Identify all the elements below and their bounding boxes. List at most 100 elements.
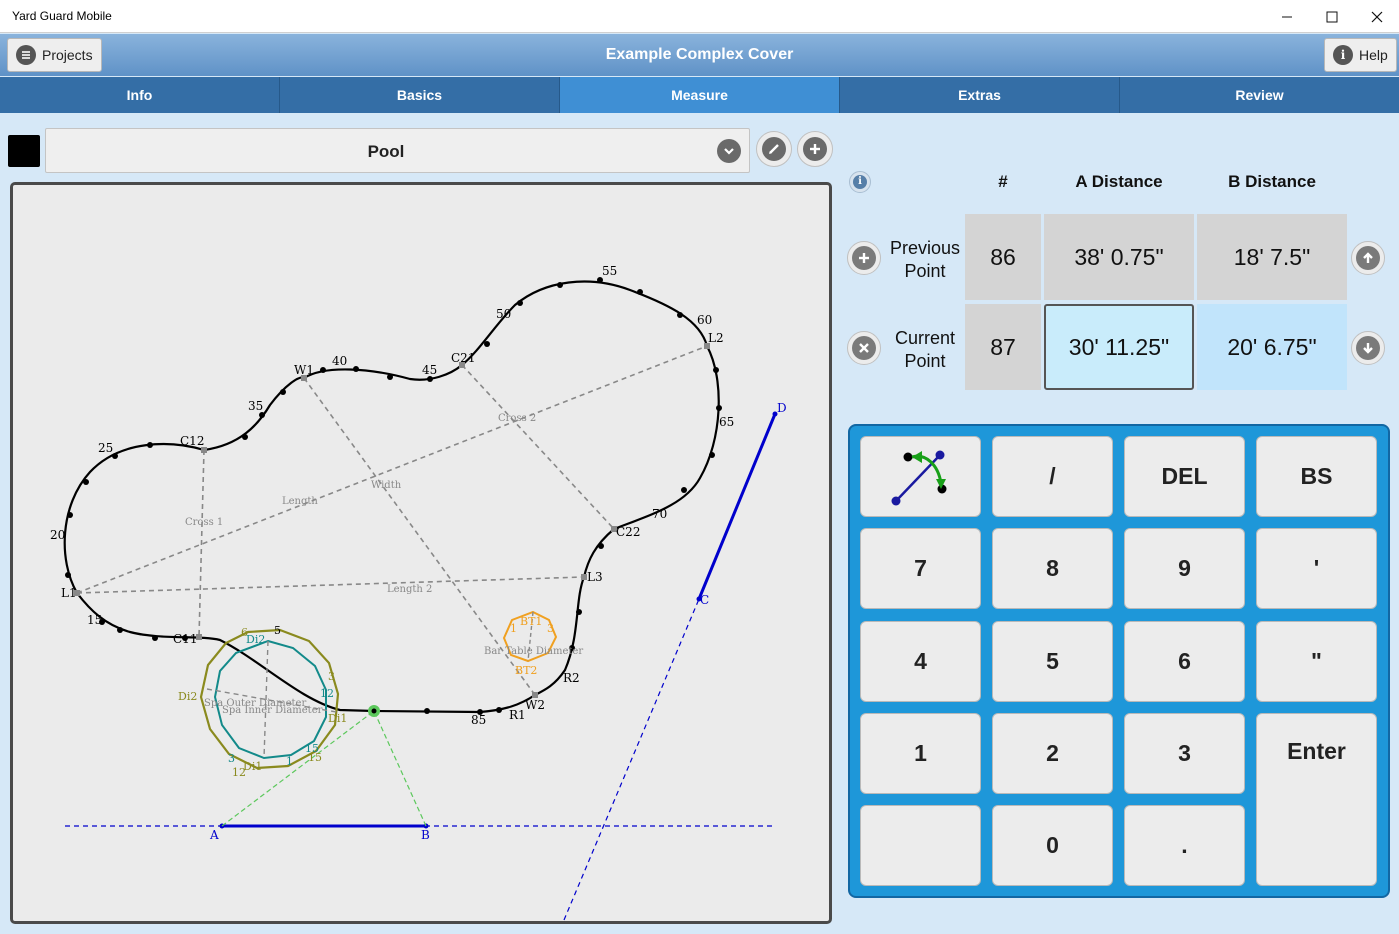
key-0[interactable]: 0 xyxy=(992,805,1113,886)
tab-measure[interactable]: Measure xyxy=(560,77,840,113)
svg-text:R2: R2 xyxy=(563,671,580,685)
key-2[interactable]: 2 xyxy=(992,713,1113,794)
key-backspace[interactable]: BS xyxy=(1256,436,1377,517)
svg-text:Spa Inner Diameter: Spa Inner Diameter xyxy=(222,705,323,716)
maximize-button[interactable] xyxy=(1309,0,1355,33)
svg-text:C21: C21 xyxy=(451,351,475,365)
svg-text:35: 35 xyxy=(248,399,263,413)
tab-basics[interactable]: Basics xyxy=(280,77,560,113)
svg-text:40: 40 xyxy=(332,354,347,368)
scroll-up-button[interactable] xyxy=(1351,241,1385,275)
arrow-up-icon xyxy=(1356,246,1380,270)
svg-text:Cross 1: Cross 1 xyxy=(185,517,223,528)
svg-text:20: 20 xyxy=(50,528,65,542)
page-title: Example Complex Cover xyxy=(605,46,794,63)
current-b-distance-input[interactable]: 20' 6.75" xyxy=(1197,304,1347,390)
key-3[interactable]: 3 xyxy=(1124,713,1245,794)
svg-text:15: 15 xyxy=(87,613,102,627)
help-button[interactable]: i Help xyxy=(1324,38,1397,72)
numeric-keypad: / DEL BS 7 8 9 ' 4 5 6 " 1 2 3 Enter 0 . xyxy=(848,424,1390,898)
layer-selected-value: Pool xyxy=(367,142,405,161)
current-a-distance-input[interactable]: 30' 11.25" xyxy=(1044,304,1194,390)
svg-text:Width: Width xyxy=(371,480,402,491)
svg-text:3: 3 xyxy=(228,752,235,765)
previous-point-number: 86 xyxy=(965,214,1041,300)
svg-text:60: 60 xyxy=(697,313,712,327)
svg-text:A: A xyxy=(209,828,219,842)
drawing-canvas[interactable]: 55 50 60 L2 C21 45 40 W1 35 65 C12 25 Cr… xyxy=(10,182,832,924)
pool-points xyxy=(65,277,722,715)
svg-text:12: 12 xyxy=(320,687,334,700)
remove-point-button[interactable] xyxy=(847,331,881,365)
key-9[interactable]: 9 xyxy=(1124,528,1245,609)
tab-bar: Info Basics Measure Extras Review xyxy=(0,77,1399,113)
svg-text:R1: R1 xyxy=(509,708,526,722)
app-header: Example Complex Cover Projects i Help xyxy=(0,34,1399,76)
bar-table-labels: BT1 1 3 Bar Table Diameter BT2 xyxy=(484,615,583,677)
close-icon xyxy=(1371,11,1383,22)
col-header-a-distance: A Distance xyxy=(1075,172,1163,191)
key-7[interactable]: 7 xyxy=(860,528,981,609)
svg-text:Di1: Di1 xyxy=(328,712,347,725)
svg-text:85: 85 xyxy=(471,713,486,727)
scroll-down-button[interactable] xyxy=(1351,331,1385,365)
minimize-button[interactable] xyxy=(1264,0,1310,33)
key-6[interactable]: 6 xyxy=(1124,621,1245,702)
switch-reference-button[interactable] xyxy=(860,436,981,517)
svg-text:1: 1 xyxy=(286,755,293,768)
swap-measure-icon xyxy=(891,450,946,505)
maximize-icon xyxy=(1326,11,1338,22)
plus-icon xyxy=(803,137,827,161)
key-inches[interactable]: " xyxy=(1256,621,1377,702)
svg-text:70: 70 xyxy=(652,507,667,521)
svg-text:B: B xyxy=(421,828,430,842)
svg-text:L1: L1 xyxy=(61,586,77,600)
info-button[interactable]: i xyxy=(849,171,871,193)
previous-b-distance: 18' 7.5" xyxy=(1197,214,1347,300)
svg-text:W2: W2 xyxy=(525,698,545,712)
svg-text:C22: C22 xyxy=(616,525,640,539)
chevron-down-icon xyxy=(717,139,741,163)
drawing-svg: 55 50 60 L2 C21 45 40 W1 35 65 C12 25 Cr… xyxy=(50,264,787,921)
projects-button[interactable]: Projects xyxy=(7,38,102,72)
svg-text:3: 3 xyxy=(328,670,335,683)
pencil-icon xyxy=(762,137,786,161)
key-8[interactable]: 8 xyxy=(992,528,1113,609)
layer-dropdown[interactable]: Pool xyxy=(45,128,750,173)
key-1[interactable]: 1 xyxy=(860,713,981,794)
tab-review[interactable]: Review xyxy=(1120,77,1399,113)
svg-text:5: 5 xyxy=(274,624,281,637)
info-icon: i xyxy=(1333,45,1353,65)
svg-text:L3: L3 xyxy=(587,570,603,584)
tab-info[interactable]: Info xyxy=(0,77,280,113)
svg-text:L2: L2 xyxy=(708,331,724,345)
close-button[interactable] xyxy=(1354,0,1399,33)
key-del[interactable]: DEL xyxy=(1124,436,1245,517)
key-decimal[interactable]: . xyxy=(1124,805,1245,886)
key-blank[interactable] xyxy=(860,805,981,886)
key-slash[interactable]: / xyxy=(992,436,1113,517)
svg-text:Bar Table Diameter: Bar Table Diameter xyxy=(484,646,583,657)
key-enter[interactable]: Enter xyxy=(1256,713,1377,886)
tab-extras[interactable]: Extras xyxy=(840,77,1120,113)
layer-color-swatch[interactable] xyxy=(8,135,40,167)
add-layer-button[interactable] xyxy=(797,131,833,167)
spa-labels: 6 5 Di2 3 12 Di2 Di1 3 1 15 12 Di1 15 Sp… xyxy=(178,624,347,779)
previous-point-label: Previous Point xyxy=(889,238,961,281)
col-header-num: # xyxy=(998,172,1008,191)
key-5[interactable]: 5 xyxy=(992,621,1113,702)
svg-text:Di2: Di2 xyxy=(178,690,197,703)
svg-text:W1: W1 xyxy=(294,363,314,377)
projects-label: Projects xyxy=(42,47,93,63)
x-icon xyxy=(852,336,876,360)
key-4[interactable]: 4 xyxy=(860,621,981,702)
svg-text:1: 1 xyxy=(510,622,517,635)
help-label: Help xyxy=(1359,47,1388,63)
key-feet[interactable]: ' xyxy=(1256,528,1377,609)
edit-layer-button[interactable] xyxy=(756,131,792,167)
pool-guide-lines xyxy=(76,345,708,696)
add-point-button[interactable] xyxy=(847,241,881,275)
svg-text:C12: C12 xyxy=(180,434,204,448)
svg-text:Cross 2: Cross 2 xyxy=(498,413,536,424)
plus-icon xyxy=(852,246,876,270)
